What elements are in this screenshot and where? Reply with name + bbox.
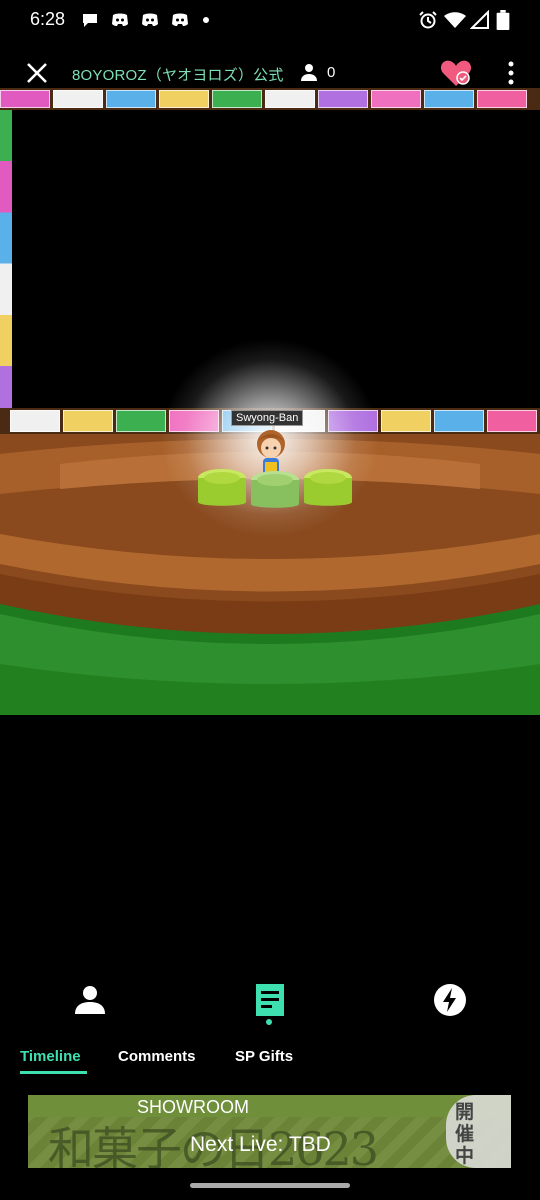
discord-icon: [172, 13, 188, 26]
timeline-icon[interactable]: [252, 982, 288, 1018]
active-indicator-dot: [266, 1019, 272, 1025]
alarm-icon: [419, 11, 437, 29]
viewer-count: 0: [327, 64, 336, 81]
chat-bubble-icon: [83, 14, 97, 27]
tab-comments[interactable]: Comments: [118, 1048, 196, 1065]
battery-icon: [496, 10, 510, 30]
next-live-banner[interactable]: 和菓子の日2623: [28, 1095, 511, 1168]
discord-icon: [142, 13, 158, 26]
stage-tile: [487, 410, 537, 432]
active-tab-underline: [20, 1071, 87, 1074]
more-options-icon[interactable]: [500, 60, 522, 86]
signal-icon: [470, 10, 489, 29]
stage-tile: [381, 410, 431, 432]
stage-tile: [318, 90, 368, 108]
stage-tile: [63, 410, 113, 432]
stage-left-tiles: [0, 110, 12, 430]
stage-tile: [434, 410, 484, 432]
stage-tile: [106, 90, 156, 108]
tab-sp-gifts[interactable]: SP Gifts: [235, 1048, 293, 1065]
status-time: 6:28: [30, 9, 66, 29]
wifi-icon: [444, 12, 466, 28]
stage-top-tiles: [0, 88, 540, 110]
home-indicator[interactable]: [190, 1183, 350, 1188]
next-live-text: Next Live: TBD: [190, 1133, 331, 1156]
stage-cushion: [251, 471, 299, 508]
lightning-icon[interactable]: [432, 982, 468, 1018]
stage-tile: [371, 90, 421, 108]
person-icon[interactable]: [72, 982, 108, 1018]
live-stage: Swyong-Ban: [0, 88, 540, 715]
stage-tile: [212, 90, 262, 108]
close-icon[interactable]: [24, 60, 50, 86]
banner-side-text: 開催中: [455, 1102, 475, 1167]
stage-tile: [0, 90, 50, 108]
tab-timeline[interactable]: Timeline: [20, 1048, 81, 1065]
stage-tile: [424, 90, 474, 108]
discord-icon: [112, 13, 128, 26]
banner-brand: SHOWROOM: [137, 1097, 249, 1117]
stage-tile: [10, 410, 60, 432]
stage-tile: [477, 90, 527, 108]
follow-heart-icon[interactable]: [440, 58, 472, 88]
stage-tile: [116, 410, 166, 432]
stage-cushion: [198, 469, 246, 506]
stage-tile: [159, 90, 209, 108]
stage-cushion: [304, 469, 352, 506]
performer-name-tag: Swyong-Ban: [231, 410, 304, 426]
person-icon: [301, 64, 317, 81]
stage-tile: [265, 90, 315, 108]
room-title[interactable]: 8OYOROZ（ヤオヨロズ）公式: [72, 64, 284, 85]
stage-tile: [53, 90, 103, 108]
dot-icon: [203, 17, 209, 23]
